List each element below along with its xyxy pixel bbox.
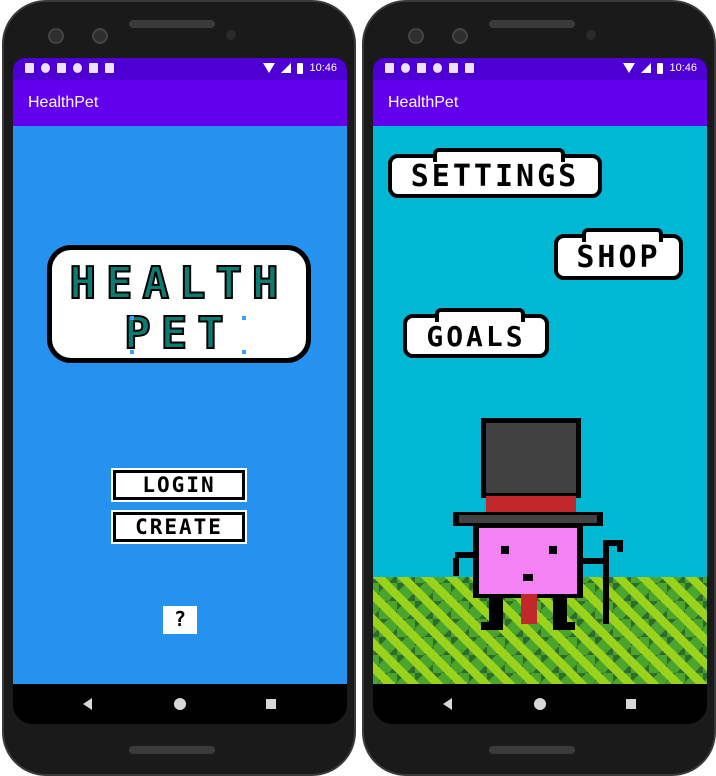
back-icon[interactable] bbox=[83, 698, 92, 710]
left-arm bbox=[455, 552, 475, 558]
app-title: HealthPet bbox=[388, 94, 459, 111]
home-icon[interactable] bbox=[534, 698, 546, 710]
earpiece-speaker bbox=[489, 20, 575, 28]
home-content: SETTINGS SHOP GOALS bbox=[373, 126, 707, 684]
home-screen: 10:46 HealthPet SETTINGS SHOP GOALS bbox=[373, 58, 707, 724]
notification-icon bbox=[25, 63, 34, 73]
earpiece-speaker bbox=[129, 20, 215, 28]
shop-button[interactable]: SHOP bbox=[554, 228, 683, 280]
front-camera bbox=[452, 28, 468, 44]
front-camera bbox=[92, 28, 108, 44]
phone-frame-login: 10:46 HealthPet HEALTH PET LOGIN CREATE … bbox=[2, 0, 356, 776]
login-button[interactable]: LOGIN bbox=[113, 470, 245, 500]
wifi-icon bbox=[263, 63, 276, 73]
sd-card-icon bbox=[449, 63, 458, 73]
left-eye bbox=[501, 546, 509, 554]
notification-icon bbox=[401, 63, 410, 73]
proximity-sensor bbox=[226, 30, 236, 40]
navigation-bar bbox=[13, 684, 347, 724]
signal-icon bbox=[281, 63, 292, 73]
selection-handle bbox=[242, 316, 246, 320]
front-camera bbox=[408, 28, 424, 44]
wifi-icon bbox=[623, 63, 636, 73]
right-leg bbox=[553, 594, 567, 626]
sd-card-icon bbox=[89, 63, 98, 73]
goals-button[interactable]: GOALS bbox=[403, 308, 549, 358]
recents-icon[interactable] bbox=[266, 699, 276, 709]
left-leg bbox=[489, 594, 503, 626]
recents-icon[interactable] bbox=[626, 699, 636, 709]
selection-handle bbox=[242, 350, 246, 354]
login-content: HEALTH PET LOGIN CREATE ? bbox=[13, 126, 347, 684]
phone-frame-home: 10:46 HealthPet SETTINGS SHOP GOALS bbox=[362, 0, 716, 776]
selection-handle bbox=[130, 316, 134, 320]
right-foot bbox=[553, 622, 575, 630]
app-title: HealthPet bbox=[28, 94, 99, 111]
hat-brim bbox=[459, 515, 597, 523]
logo-line-1: HEALTH bbox=[69, 257, 289, 310]
hat-band bbox=[486, 496, 576, 512]
gmail-icon bbox=[417, 63, 426, 73]
home-icon[interactable] bbox=[174, 698, 186, 710]
notification-icon bbox=[385, 63, 394, 73]
status-bar: 10:46 bbox=[13, 58, 347, 80]
healthpet-logo: HEALTH PET bbox=[47, 245, 311, 363]
left-foot bbox=[481, 622, 503, 630]
settings-button[interactable]: SETTINGS bbox=[388, 148, 602, 198]
app-bar: HealthPet bbox=[13, 80, 347, 126]
notification-icon bbox=[41, 63, 50, 73]
bottom-speaker bbox=[129, 746, 215, 754]
navigation-bar bbox=[373, 684, 707, 724]
cane-hook bbox=[617, 540, 623, 552]
play-store-icon bbox=[465, 63, 474, 73]
bottom-speaker bbox=[489, 746, 575, 754]
status-time: 10:46 bbox=[669, 62, 697, 74]
gmail-icon bbox=[57, 63, 66, 73]
battery-icon bbox=[297, 62, 304, 74]
battery-icon bbox=[657, 62, 664, 74]
notification-icon bbox=[433, 63, 442, 73]
logo-line-2: PET bbox=[123, 307, 234, 360]
notification-icon bbox=[73, 63, 82, 73]
pet-body bbox=[479, 528, 577, 594]
pet-character[interactable] bbox=[453, 418, 623, 636]
signal-icon bbox=[641, 63, 652, 73]
proximity-sensor bbox=[586, 30, 596, 40]
play-store-icon bbox=[105, 63, 114, 73]
selection-handle bbox=[130, 350, 134, 354]
status-time: 10:46 bbox=[309, 62, 337, 74]
pet-tie bbox=[521, 594, 537, 624]
right-arm bbox=[581, 558, 603, 564]
hat-crown bbox=[486, 423, 576, 493]
status-bar: 10:46 bbox=[373, 58, 707, 80]
help-button[interactable]: ? bbox=[163, 606, 197, 634]
cane-shaft bbox=[603, 540, 609, 624]
left-hand bbox=[453, 558, 459, 576]
back-icon[interactable] bbox=[443, 698, 452, 710]
front-camera bbox=[48, 28, 64, 44]
login-screen: 10:46 HealthPet HEALTH PET LOGIN CREATE … bbox=[13, 58, 347, 724]
pet-mouth bbox=[523, 574, 533, 581]
right-eye bbox=[549, 546, 557, 554]
create-account-button[interactable]: CREATE bbox=[113, 512, 245, 542]
app-bar: HealthPet bbox=[373, 80, 707, 126]
